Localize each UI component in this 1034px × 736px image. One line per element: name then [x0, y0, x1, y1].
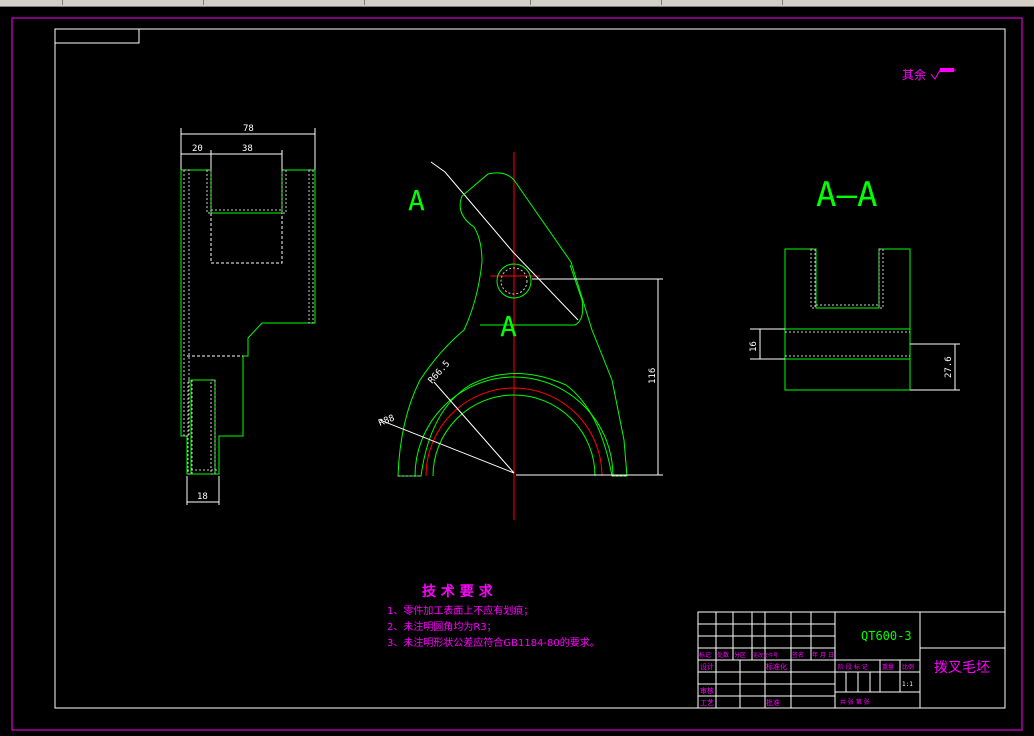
- scale-header: 比例: [902, 663, 914, 671]
- scale-value: 1:1: [902, 681, 913, 688]
- role-approve: 批准: [766, 698, 780, 707]
- dim-text-r66: R66.5: [427, 359, 453, 386]
- tech-req-item-1: 1、零件加工表面上不应有划痕；: [387, 604, 533, 617]
- role-design: 设计: [700, 662, 714, 671]
- drawing-number: QT600-3: [861, 629, 912, 643]
- rev-header-count: 处数: [717, 651, 729, 659]
- side-view: 78 20 38 18: [180, 124, 316, 505]
- window-toolbar-strip: [0, 0, 1034, 7]
- dim-text-18: 18: [197, 492, 208, 502]
- dim-text-16: 16: [749, 341, 759, 352]
- rev-header-mark: 标记: [699, 651, 711, 659]
- technical-requirements: 技 术 要 求 1、零件加工表面上不应有划痕； 2、未注明圆角均为R3； 3、未…: [387, 583, 600, 649]
- role-standard: 标准化: [766, 662, 787, 671]
- toolbar-segment: [365, 0, 531, 5]
- rev-header-sign: 签名: [792, 651, 804, 659]
- tech-req-item-3: 3、未注明形状公差应符合GB1184-80的要求。: [387, 636, 600, 649]
- dim-text-78: 78: [243, 124, 254, 134]
- toolbar-segment: [204, 0, 365, 5]
- role-review: 审核: [700, 686, 714, 695]
- dim-text-20: 20: [192, 144, 203, 154]
- section-outline: [784, 248, 911, 391]
- title-block-text: QT600-3 拨叉毛坯 标记 处数 分区 更改文件号 签名 年 月 日 设计 …: [699, 629, 990, 707]
- rev-header-zone: 分区: [734, 651, 746, 659]
- tech-req-item-2: 2、未注明圆角均为R3；: [387, 620, 497, 633]
- dim-text-27-6: 27.6: [944, 356, 954, 378]
- toolbar-segment: [63, 0, 204, 5]
- dim-text-38: 38: [242, 144, 253, 154]
- front-view: A A R66.5 R88 116: [377, 152, 663, 520]
- weight-header: 重量: [882, 663, 894, 671]
- section-marker-a-upper: A: [408, 184, 425, 217]
- toolbar-segment: [531, 0, 662, 5]
- stage-header: 阶 段 标 记: [838, 663, 868, 671]
- tech-req-title: 技 术 要 求: [422, 583, 494, 600]
- section-title: A—A: [816, 175, 877, 215]
- cad-drawing-canvas[interactable]: 其余 78 20 38 18 A A R66.5 R88 116 A—A 16 …: [0, 7, 1034, 736]
- corner-code-box: [54, 28, 140, 44]
- sheet-info: 共 张 第 张: [840, 698, 870, 706]
- side-outline: [180, 169, 316, 475]
- roughness-note: 其余: [902, 67, 926, 82]
- section-view: A—A 16 27.6: [749, 175, 960, 391]
- part-name: 拨叉毛坯: [934, 660, 990, 676]
- toolbar-segment: [0, 0, 63, 5]
- roughness-symbol-icon: [930, 68, 956, 80]
- dim-text-r88: R88: [377, 413, 396, 428]
- toolbar-segment: [662, 0, 783, 5]
- dim-text-116: 116: [648, 368, 658, 384]
- rev-header-date: 年 月 日: [812, 651, 834, 659]
- role-process: 工艺: [700, 699, 714, 707]
- section-marker-a-lower: A: [500, 310, 517, 343]
- rev-header-doc: 更改文件号: [753, 652, 778, 659]
